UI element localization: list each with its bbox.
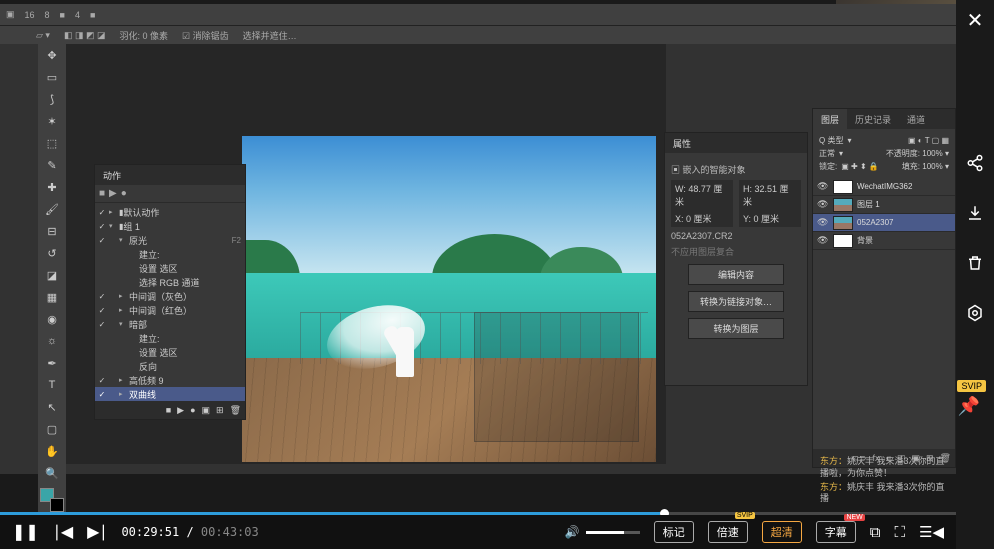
time-display: 00:29:51 / 00:43:03 xyxy=(121,525,258,539)
wand-tool-icon[interactable]: ✶ xyxy=(38,110,66,132)
gradient-tool-icon[interactable]: ▦ xyxy=(38,286,66,308)
visibility-icon: 👁 xyxy=(817,181,829,192)
source-file: 052A2307.CR2 xyxy=(671,231,801,241)
share-icon[interactable] xyxy=(965,153,985,173)
layer-row[interactable]: 👁052A2307 xyxy=(813,214,955,232)
layers-tabs[interactable]: 图层 历史记录 通道 xyxy=(813,109,955,129)
x-field[interactable]: X: 0 厘米 xyxy=(671,210,733,227)
right-rail: ✕ xyxy=(956,0,994,549)
tab-history[interactable]: 历史记录 xyxy=(847,109,899,129)
action-row[interactable]: ✓▸双曲线 xyxy=(95,387,245,401)
properties-panel: 属性 ▣ 嵌入的智能对象 W: 48.77 厘米 H: 32.51 厘米 X: … xyxy=(664,132,808,386)
layers-panel: 图层 历史记录 通道 Q 类型 ▾ ▣ ◐ T ▢ ▦ 正常 ▾ 不透明度: 1… xyxy=(812,108,956,468)
ps-menubar[interactable]: ▣168■4■ xyxy=(0,4,956,26)
speed-button[interactable]: 倍速SVIP xyxy=(708,521,748,543)
chat-overlay: 东方：姚庆丰 我来潘3次你的直播啦，为你点赞！ 东方：姚庆丰 我来潘3次你的直播 xyxy=(820,454,952,507)
visibility-icon: 👁 xyxy=(817,235,829,246)
zoom-tool-icon[interactable]: 🔍 xyxy=(38,462,66,484)
quality-button[interactable]: 超清 xyxy=(762,521,802,543)
actions-panel: 动作 ■▶● ✓▸▮ 默认动作✓▾▮ 组 1✓▾原光F2建立:设置 选区选择 R… xyxy=(94,164,246,420)
pen-tool-icon[interactable]: ✒ xyxy=(38,352,66,374)
actions-list[interactable]: ✓▸▮ 默认动作✓▾▮ 组 1✓▾原光F2建立:设置 选区选择 RGB 通道✓▸… xyxy=(95,203,245,401)
height-field[interactable]: H: 32.51 厘米 xyxy=(739,180,801,210)
action-row[interactable]: 反向 xyxy=(95,359,245,373)
layer-row[interactable]: 👁背景 xyxy=(813,232,955,250)
action-row[interactable]: ✓▾暗部 xyxy=(95,317,245,331)
visibility-icon: 👁 xyxy=(817,217,829,228)
eraser-tool-icon[interactable]: ◪ xyxy=(38,264,66,286)
lasso-tool-icon[interactable]: ⟆ xyxy=(38,88,66,110)
layer-kind[interactable]: Q 类型 xyxy=(819,135,843,146)
action-row[interactable]: 选择 RGB 通道 xyxy=(95,275,245,289)
layer-row[interactable]: 👁WechatIMG362 xyxy=(813,178,955,196)
path-tool-icon[interactable]: ↖ xyxy=(38,396,66,418)
pip-icon[interactable]: ⧉ xyxy=(870,524,881,541)
opacity-value[interactable]: 100% xyxy=(922,149,942,158)
heal-tool-icon[interactable]: ✚ xyxy=(38,176,66,198)
settings-icon[interactable] xyxy=(965,303,985,323)
dodge-tool-icon[interactable]: ☼ xyxy=(38,330,66,352)
tab-layers[interactable]: 图层 xyxy=(813,109,847,129)
actions-panel-title[interactable]: 动作 xyxy=(95,165,245,185)
color-swatch[interactable] xyxy=(40,488,64,512)
pin-icon: 📌 xyxy=(957,396,986,417)
actions-toolbar[interactable]: ■▶● xyxy=(95,185,245,203)
download-icon[interactable] xyxy=(965,203,985,223)
playlist-icon[interactable]: ☰◀ xyxy=(919,523,944,541)
crop-tool-icon[interactable]: ⬚ xyxy=(38,132,66,154)
volume-icon[interactable]: 🔊 xyxy=(565,525,580,539)
trash-icon[interactable] xyxy=(965,253,985,273)
eyedropper-icon[interactable]: ✎ xyxy=(38,154,66,176)
next-button[interactable]: ▶∣ xyxy=(87,522,107,542)
photoshop-app: ▣168■4■ ▱ ▾◧ ◨ ◩ ◪ 羽化: 0 像素 ☑ 消除锯齿 选择并遮住… xyxy=(0,4,956,474)
layers-list[interactable]: 👁WechatIMG362👁图层 1👁052A2307👁背景 xyxy=(813,178,955,250)
action-row[interactable]: ✓▸▮ 默认动作 xyxy=(95,205,245,219)
brush-tool-icon[interactable]: 🖌 xyxy=(38,198,66,220)
svip-pin[interactable]: SVIP 📌 xyxy=(957,380,986,417)
ps-optionsbar[interactable]: ▱ ▾◧ ◨ ◩ ◪ 羽化: 0 像素 ☑ 消除锯齿 选择并遮住… xyxy=(0,26,956,44)
stamp-tool-icon[interactable]: ⊟ xyxy=(38,220,66,242)
width-field[interactable]: W: 48.77 厘米 xyxy=(671,180,733,210)
action-row[interactable]: 建立: xyxy=(95,331,245,345)
subtitle-button[interactable]: 字幕NEW xyxy=(816,521,856,543)
photo-canvas xyxy=(242,136,656,462)
actions-footer[interactable]: ■▶●▣⊞🗑 xyxy=(95,401,245,419)
action-row[interactable]: 设置 选区 xyxy=(95,345,245,359)
marquee-tool-icon[interactable]: ▭ xyxy=(38,66,66,88)
y-field[interactable]: Y: 0 厘米 xyxy=(739,210,801,227)
fill-value[interactable]: 100% xyxy=(922,162,942,171)
action-row[interactable]: 建立: xyxy=(95,247,245,261)
play-pause-button[interactable]: ❚❚ xyxy=(12,522,39,542)
move-tool-icon[interactable]: ✥ xyxy=(38,44,66,66)
action-row[interactable]: 设置 选区 xyxy=(95,261,245,275)
fullscreen-icon[interactable]: ⛶ xyxy=(895,524,906,541)
convert-linked-button[interactable]: 转换为链接对象… xyxy=(688,291,784,312)
action-row[interactable]: ✓▸高低频 9 xyxy=(95,373,245,387)
hand-tool-icon[interactable]: ✋ xyxy=(38,440,66,462)
tab-channels[interactable]: 通道 xyxy=(899,109,933,129)
player-controls: ❚❚ ∣◀ ▶∣ 00:29:51 / 00:43:03 🔊 标记 倍速SVIP… xyxy=(0,515,956,549)
blend-mode[interactable]: 正常 xyxy=(819,148,835,159)
volume-control[interactable]: 🔊 xyxy=(565,525,640,539)
properties-title[interactable]: 属性 xyxy=(665,133,807,153)
layer-row[interactable]: 👁图层 1 xyxy=(813,196,955,214)
action-row[interactable]: ✓▸中间调（灰色） xyxy=(95,289,245,303)
type-tool-icon[interactable]: T xyxy=(38,374,66,396)
ps-toolbar: ✥ ▭ ⟆ ✶ ⬚ ✎ ✚ 🖌 ⊟ ↺ ◪ ▦ ◉ ☼ ✒ T ↖ ▢ ✋ 🔍 xyxy=(38,44,66,516)
chat-line: 东方：姚庆丰 我来潘3次你的直播啦，为你点赞！ xyxy=(820,456,952,479)
action-row[interactable]: ✓▾原光F2 xyxy=(95,233,245,247)
edit-contents-button[interactable]: 编辑内容 xyxy=(688,264,784,285)
blur-tool-icon[interactable]: ◉ xyxy=(38,308,66,330)
close-icon[interactable]: ✕ xyxy=(967,8,984,33)
prev-button[interactable]: ∣◀ xyxy=(53,522,73,542)
convert-layers-button[interactable]: 转换为图层 xyxy=(688,318,784,339)
action-row[interactable]: ✓▾▮ 组 1 xyxy=(95,219,245,233)
visibility-icon: 👁 xyxy=(817,199,829,210)
mark-button[interactable]: 标记 xyxy=(654,521,694,543)
action-row[interactable]: ✓▸中间调（红色） xyxy=(95,303,245,317)
history-brush-icon[interactable]: ↺ xyxy=(38,242,66,264)
shape-tool-icon[interactable]: ▢ xyxy=(38,418,66,440)
chat-line: 东方：姚庆丰 我来潘3次你的直播 xyxy=(820,482,952,505)
